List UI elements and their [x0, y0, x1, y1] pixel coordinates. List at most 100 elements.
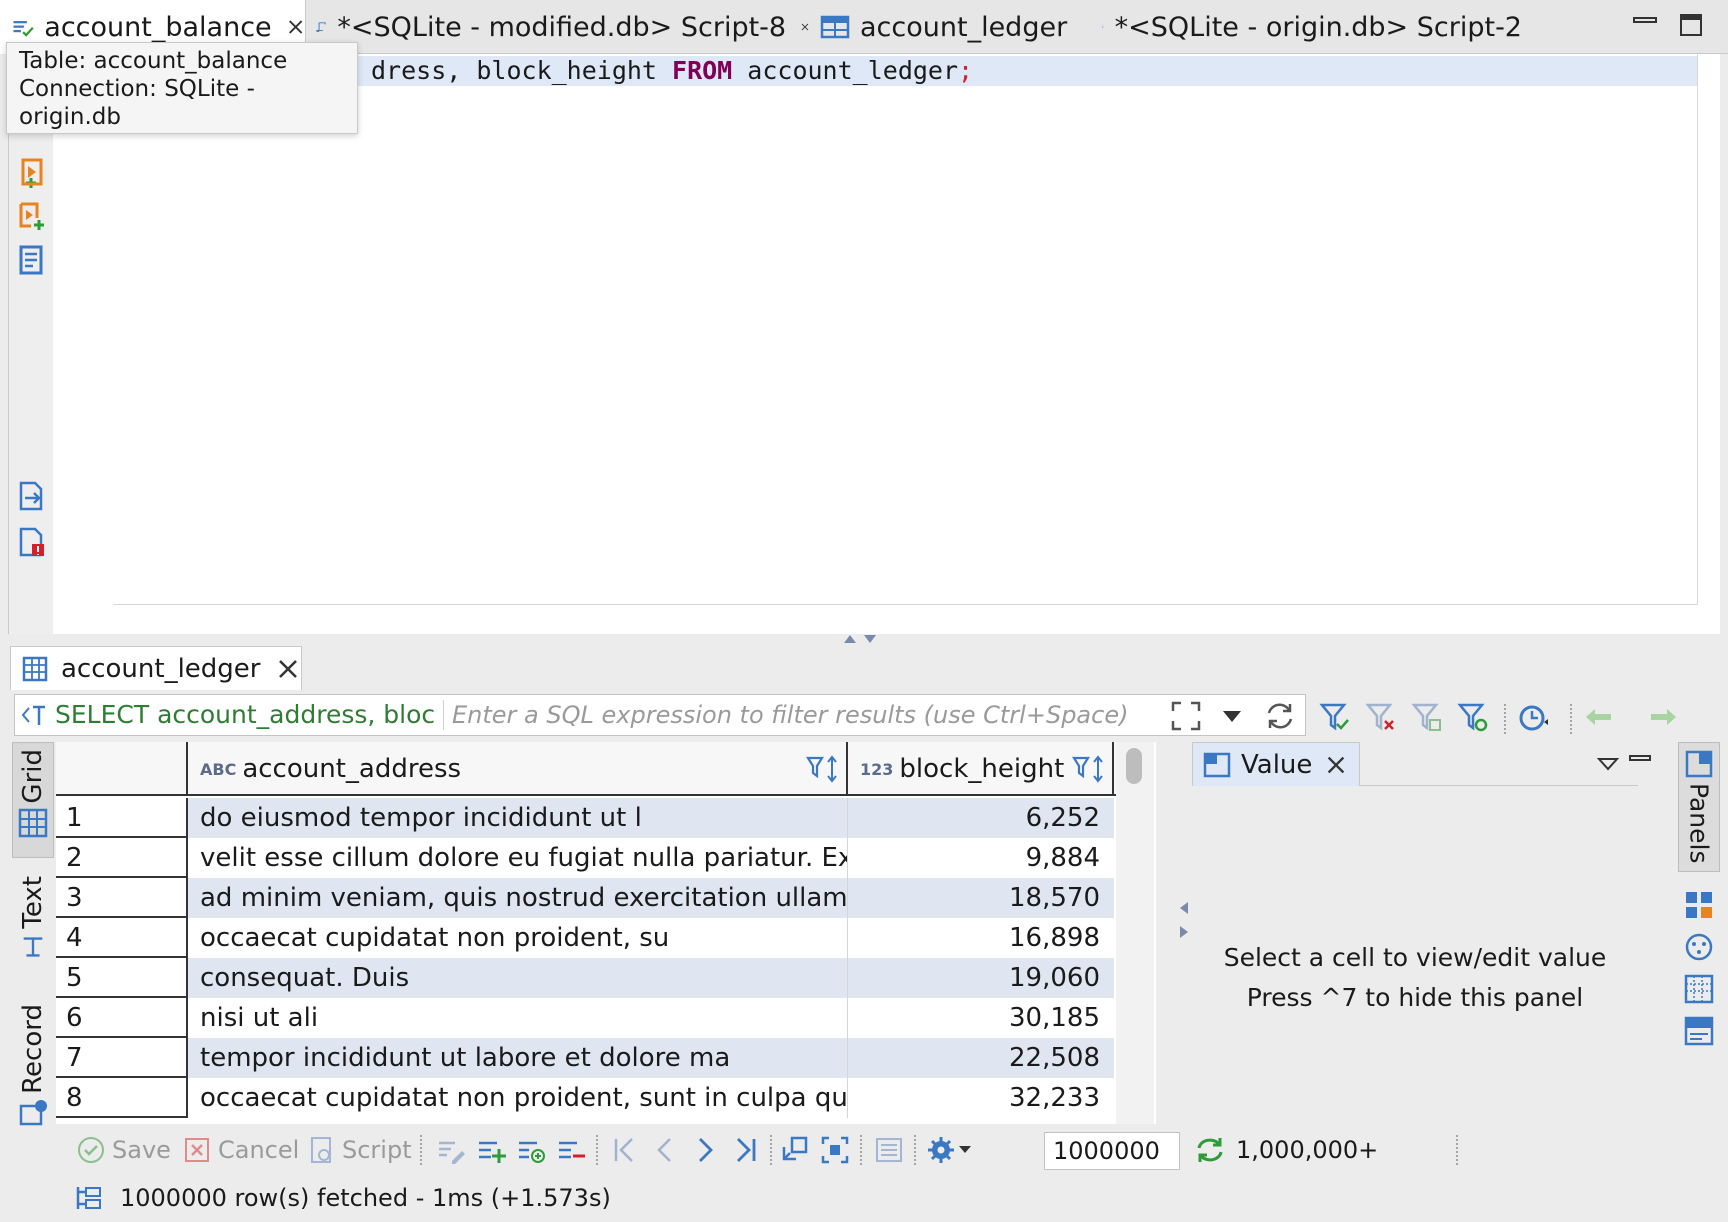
- cell-block-height[interactable]: 6,252: [848, 798, 1114, 838]
- tab-grid-label: Grid: [18, 749, 48, 804]
- table-row[interactable]: 7 tempor incididunt ut labore et dolore …: [56, 1038, 1126, 1078]
- cell-block-height[interactable]: 16,898: [848, 918, 1114, 958]
- collapse-arrows-icon[interactable]: [1178, 900, 1190, 940]
- next-page-icon[interactable]: [690, 1135, 720, 1165]
- refresh-icon[interactable]: [1263, 699, 1297, 733]
- maximize-icon[interactable]: [1676, 10, 1706, 40]
- first-page-icon[interactable]: [610, 1135, 640, 1165]
- column-header-account-address[interactable]: ABC account_address: [188, 742, 848, 796]
- cell-account-address[interactable]: tempor incididunt ut labore et dolore ma: [188, 1038, 848, 1078]
- cell-block-height[interactable]: 30,185: [848, 998, 1114, 1038]
- cell-account-address[interactable]: occaecat cupidatat non proident, su: [188, 918, 848, 958]
- filter-input[interactable]: [443, 700, 1155, 730]
- auto-refresh-icon[interactable]: [1516, 700, 1550, 734]
- table-row[interactable]: 5 consequat. Duis 19,060: [56, 958, 1126, 998]
- tab-grid[interactable]: Grid: [12, 742, 54, 858]
- table-row[interactable]: 1 do eiusmod tempor incididunt ut l 6,25…: [56, 798, 1126, 838]
- tab-record-label: Record: [18, 1004, 48, 1094]
- toolbar-separator: [770, 1135, 772, 1165]
- table-row[interactable]: 3 ad minim veniam, quis nostrud exercita…: [56, 878, 1126, 918]
- column-header-block-height[interactable]: 123 block_height: [848, 742, 1114, 796]
- cell-block-height[interactable]: 22,508: [848, 1038, 1114, 1078]
- tab-script-2[interactable]: *<SQLite - origin.db> Script-2: [1102, 0, 1522, 54]
- active-query[interactable]: SELECT account_address, bloc: [15, 694, 443, 736]
- table-row[interactable]: 6 nisi ut ali 30,185: [56, 998, 1126, 1038]
- edit-cell-icon[interactable]: [436, 1135, 466, 1165]
- table-row[interactable]: 2 velit esse cillum dolore eu fugiat nul…: [56, 838, 1126, 878]
- view-menu-icon[interactable]: [1596, 752, 1620, 776]
- filter-settings-icon[interactable]: [1456, 700, 1490, 734]
- results-grid[interactable]: ABC account_address 123 block_height 1 d…: [56, 742, 1156, 1124]
- clear-filter-icon[interactable]: [1364, 700, 1398, 734]
- tab-text[interactable]: Text: [12, 876, 54, 970]
- tab-script-8[interactable]: *<SQLite - modified.db> Script-8: [310, 0, 810, 54]
- grid-scrollbar[interactable]: [1116, 742, 1154, 1124]
- references-icon[interactable]: [1684, 932, 1714, 962]
- script-button[interactable]: Script: [306, 1128, 412, 1172]
- delete-row-icon[interactable]: [556, 1135, 586, 1165]
- grouping-icon[interactable]: [1684, 1016, 1714, 1046]
- value-tab-label: Value: [1241, 749, 1313, 780]
- close-icon[interactable]: [800, 14, 810, 40]
- copy-row-icon[interactable]: [516, 1135, 546, 1165]
- column-filter-sort-icon[interactable]: [1072, 754, 1106, 784]
- apply-filter-icon[interactable]: [1318, 700, 1352, 734]
- forward-arrow-icon[interactable]: [1646, 700, 1680, 734]
- cell-block-height[interactable]: 18,570: [848, 878, 1114, 918]
- fetch-size-input[interactable]: 1000000: [1044, 1132, 1180, 1170]
- filter-history-dropdown-icon[interactable]: [1215, 699, 1249, 733]
- execute-script-icon[interactable]: [15, 156, 47, 188]
- cell-account-address[interactable]: nisi ut ali: [188, 998, 848, 1038]
- close-icon[interactable]: [275, 656, 301, 682]
- explain-plan-icon[interactable]: [15, 244, 47, 276]
- tab-record[interactable]: Record: [12, 1004, 54, 1154]
- record-mode-icon[interactable]: [874, 1135, 904, 1165]
- export-icon[interactable]: [15, 480, 47, 512]
- results-tab[interactable]: account_ledger: [10, 646, 302, 690]
- results-panel: account_ledger SELECT account_address, b…: [8, 644, 1720, 1222]
- row-number: 3: [56, 878, 188, 918]
- column-filter-sort-icon[interactable]: [806, 754, 840, 784]
- cell-account-address[interactable]: ad minim veniam, quis nostrud exercitati…: [188, 878, 848, 918]
- save-button[interactable]: Save: [76, 1128, 171, 1172]
- back-arrow-icon[interactable]: [1582, 700, 1616, 734]
- cell-account-address[interactable]: velit esse cillum dolore eu fugiat nulla…: [188, 838, 848, 878]
- sql-editor[interactable]: dress, block_height FROM account_ledger;: [8, 54, 1720, 634]
- cell-account-address[interactable]: do eiusmod tempor incididunt ut l: [188, 798, 848, 838]
- close-icon[interactable]: [286, 14, 305, 40]
- last-page-icon[interactable]: [730, 1135, 760, 1165]
- cancel-button[interactable]: Cancel: [182, 1128, 299, 1172]
- tab-value[interactable]: Value: [1192, 742, 1360, 786]
- cell-account-address[interactable]: occaecat cupidatat non proident, sunt in…: [188, 1078, 848, 1118]
- tab-panels[interactable]: Panels: [1678, 742, 1720, 872]
- table-row[interactable]: 8 occaecat cupidatat non proident, sunt …: [56, 1078, 1126, 1118]
- close-icon[interactable]: [1324, 753, 1348, 777]
- fetch-all-icon[interactable]: [820, 1135, 850, 1165]
- scrollbar-thumb[interactable]: [1126, 748, 1142, 784]
- calculator-icon[interactable]: [1684, 890, 1714, 920]
- settings-gear-icon[interactable]: [926, 1135, 956, 1165]
- execute-script-new-tab-icon[interactable]: [15, 200, 47, 232]
- previous-page-icon[interactable]: [650, 1135, 680, 1165]
- record-icon: [19, 1099, 47, 1126]
- cell-block-height[interactable]: 32,233: [848, 1078, 1114, 1118]
- chevron-down-icon[interactable]: [958, 1142, 972, 1156]
- value-panel-shortcut-hint: Press ^7 to hide this panel: [1246, 983, 1584, 1012]
- results-toolbar: Save Cancel Script 1000000 1,000,000+: [64, 1128, 1664, 1172]
- cell-account-address[interactable]: consequat. Duis: [188, 958, 848, 998]
- expand-icon[interactable]: [1169, 699, 1203, 733]
- minimize-icon[interactable]: [1628, 748, 1652, 772]
- cell-block-height[interactable]: 19,060: [848, 958, 1114, 998]
- value-panel-header: Value: [1192, 742, 1651, 786]
- refresh-count-icon[interactable]: [1194, 1135, 1226, 1165]
- save-filter-icon[interactable]: [1410, 700, 1444, 734]
- add-row-icon[interactable]: [476, 1135, 506, 1165]
- minimize-icon[interactable]: [1630, 10, 1660, 40]
- metadata-icon[interactable]: [1684, 974, 1714, 1004]
- fetch-next-page-icon[interactable]: [780, 1135, 810, 1165]
- problems-icon[interactable]: [15, 526, 47, 558]
- tab-account-ledger[interactable]: account_ledger: [820, 0, 1090, 54]
- cell-block-height[interactable]: 9,884: [848, 838, 1114, 878]
- table-row[interactable]: 4 occaecat cupidatat non proident, su 16…: [56, 918, 1126, 958]
- panels-sidebar: Panels: [1678, 742, 1720, 1122]
